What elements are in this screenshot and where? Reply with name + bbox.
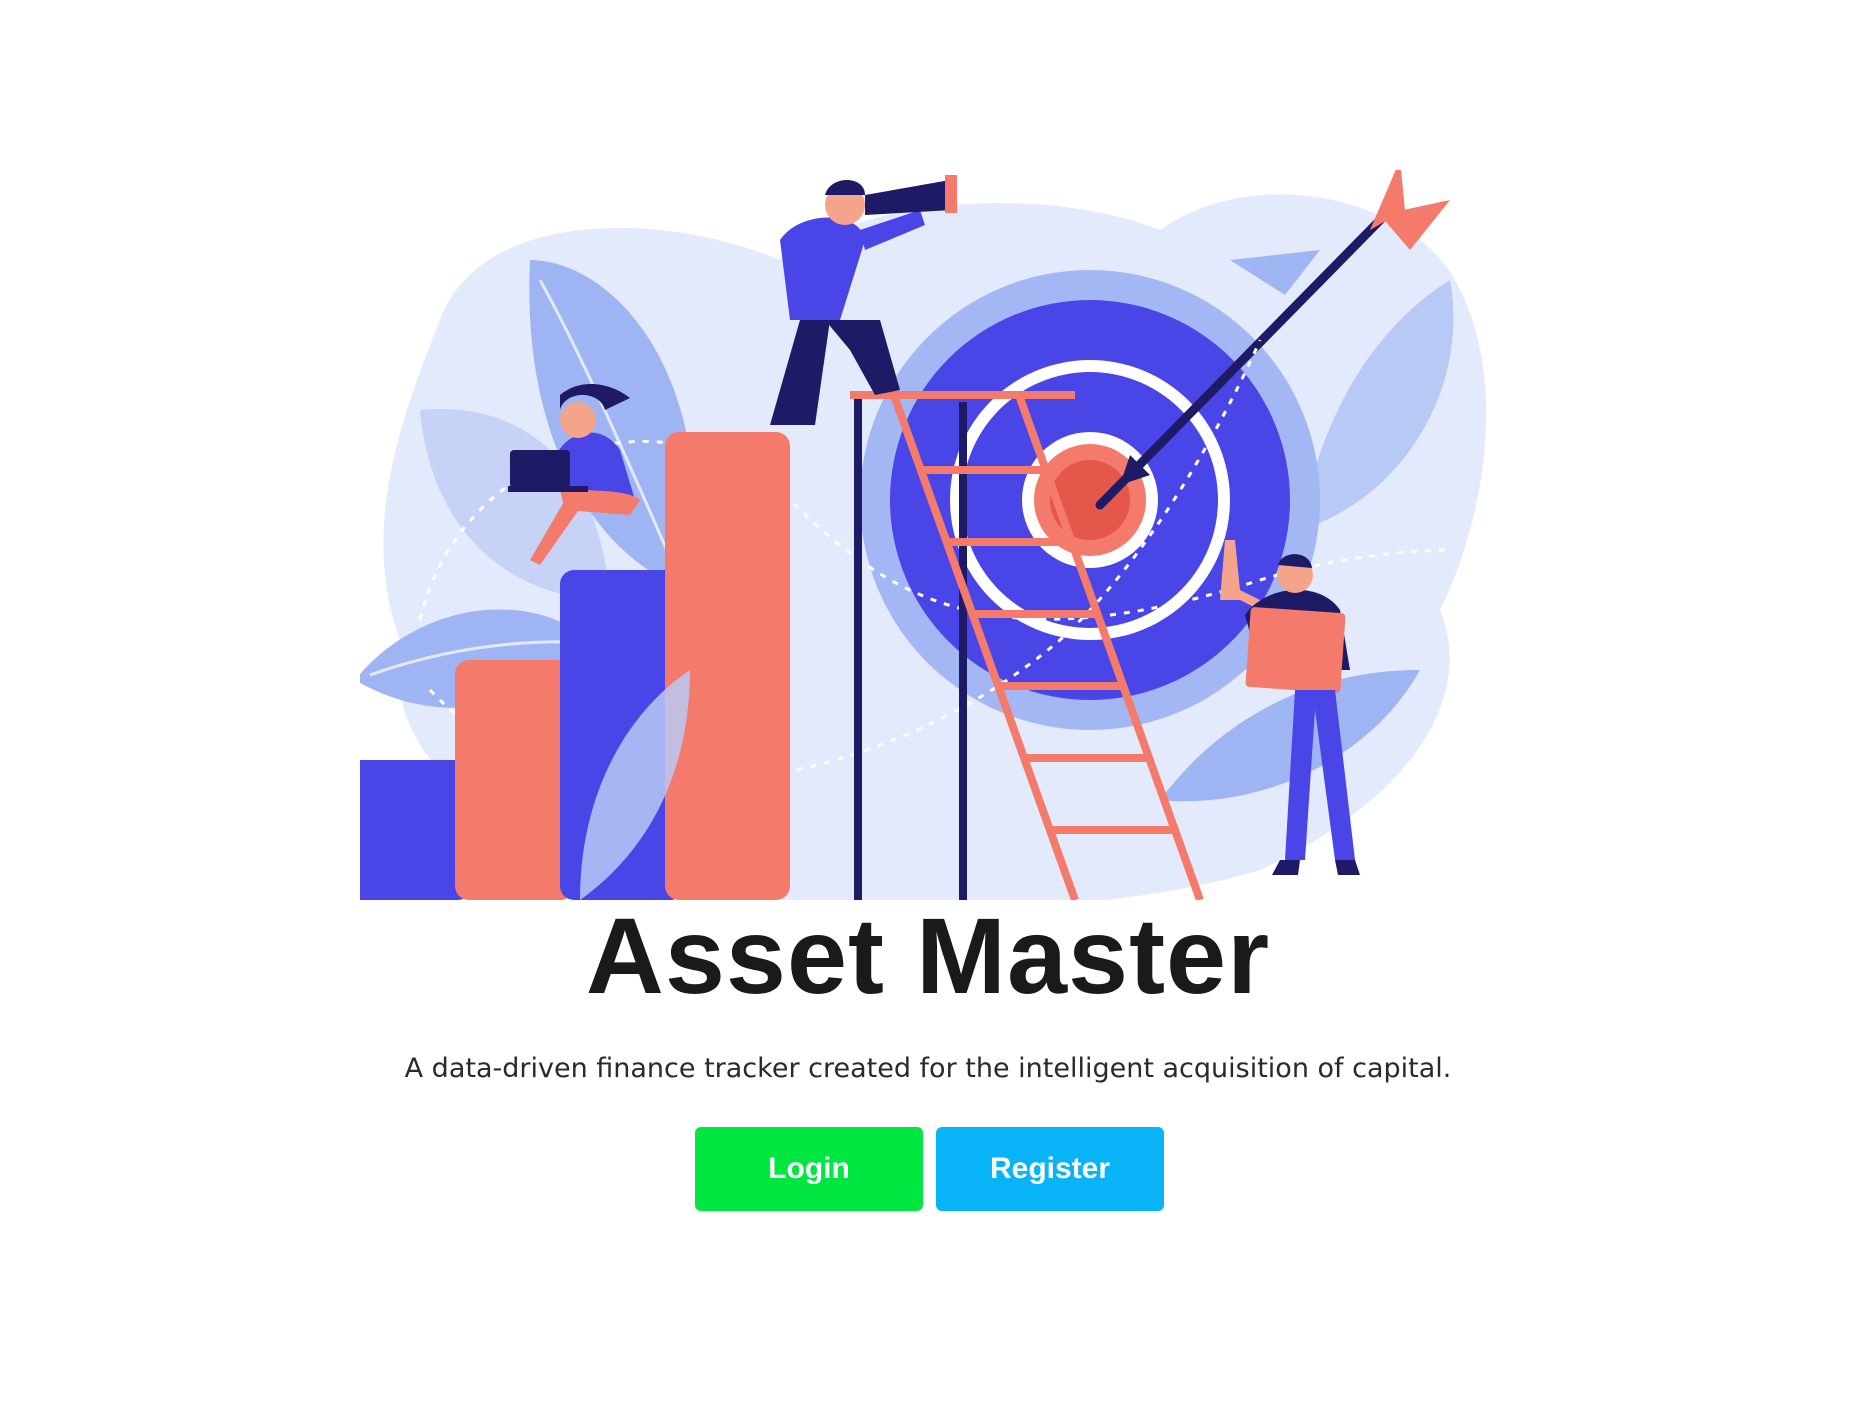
- growth-target-illustration: [360, 170, 1487, 900]
- login-button[interactable]: Login: [695, 1127, 923, 1211]
- bar-4: [665, 432, 790, 900]
- register-button[interactable]: Register: [936, 1127, 1164, 1211]
- landing-page: Asset Master A data-driven finance track…: [0, 0, 1856, 1421]
- bar-1: [360, 760, 470, 900]
- bar-2: [455, 660, 575, 900]
- auth-actions: Login Register: [695, 1127, 1165, 1211]
- app-title: Asset Master: [585, 895, 1271, 1016]
- app-tagline: A data-driven finance tracker created fo…: [404, 1053, 1452, 1084]
